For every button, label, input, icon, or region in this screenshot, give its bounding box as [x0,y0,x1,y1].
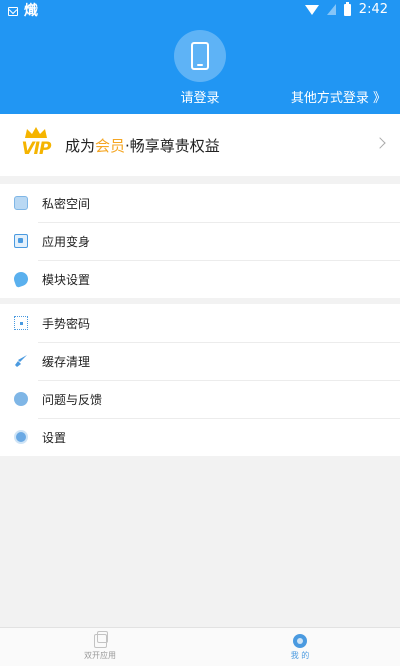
menu-item-cache-clean[interactable]: 缓存清理 [0,342,400,380]
vip-badge-icon: VIP [17,127,55,163]
login-avatar[interactable] [174,30,226,82]
menu-item-module-settings[interactable]: 模块设置 [0,260,400,298]
status-app-glyph: 熾 [24,3,38,19]
other-login-link[interactable]: 其他方式登录 》 [291,87,386,106]
privacy-space-icon [14,196,28,210]
battery-icon [343,1,351,16]
no-signal-icon [326,4,336,15]
status-time: 2:42 [358,2,388,17]
menu-item-app-disguise[interactable]: 应用变身 [0,222,400,260]
menu-item-settings[interactable]: 设置 [0,418,400,456]
profile-header: 熾 2:42 请登录 其他方式登录 》 [0,0,400,114]
wifi-icon [304,4,319,15]
notification-mail-icon [8,6,18,16]
chevron-right-icon [374,137,386,149]
phone-icon [191,42,209,70]
gesture-password-icon [14,316,28,330]
menu-group-primary: 私密空间 应用变身 模块设置 [0,184,400,298]
status-bar: 熾 2:42 [0,0,400,22]
tab-dual-apps[interactable]: 双开应用 [0,628,200,666]
app-disguise-icon [14,234,28,248]
cache-clean-icon [15,355,27,367]
module-settings-icon [12,270,30,288]
vip-title: 成为会员·畅享尊贵权益 [65,136,220,155]
dual-apps-icon [93,631,108,648]
crown-icon [25,127,47,138]
menu-item-gesture-password[interactable]: 手势密码 [0,304,400,342]
mine-profile-icon [293,634,307,648]
feedback-icon [14,392,28,406]
vip-membership-row[interactable]: VIP 成为会员·畅享尊贵权益 [0,114,400,176]
menu-group-secondary: 手势密码 缓存清理 问题与反馈 设置 [0,304,400,456]
settings-icon [14,430,28,444]
tab-mine[interactable]: 我 的 [200,628,400,666]
bottom-navigation: 双开应用 我 的 [0,627,400,666]
menu-item-private-space[interactable]: 私密空间 [0,184,400,222]
menu-item-feedback[interactable]: 问题与反馈 [0,380,400,418]
